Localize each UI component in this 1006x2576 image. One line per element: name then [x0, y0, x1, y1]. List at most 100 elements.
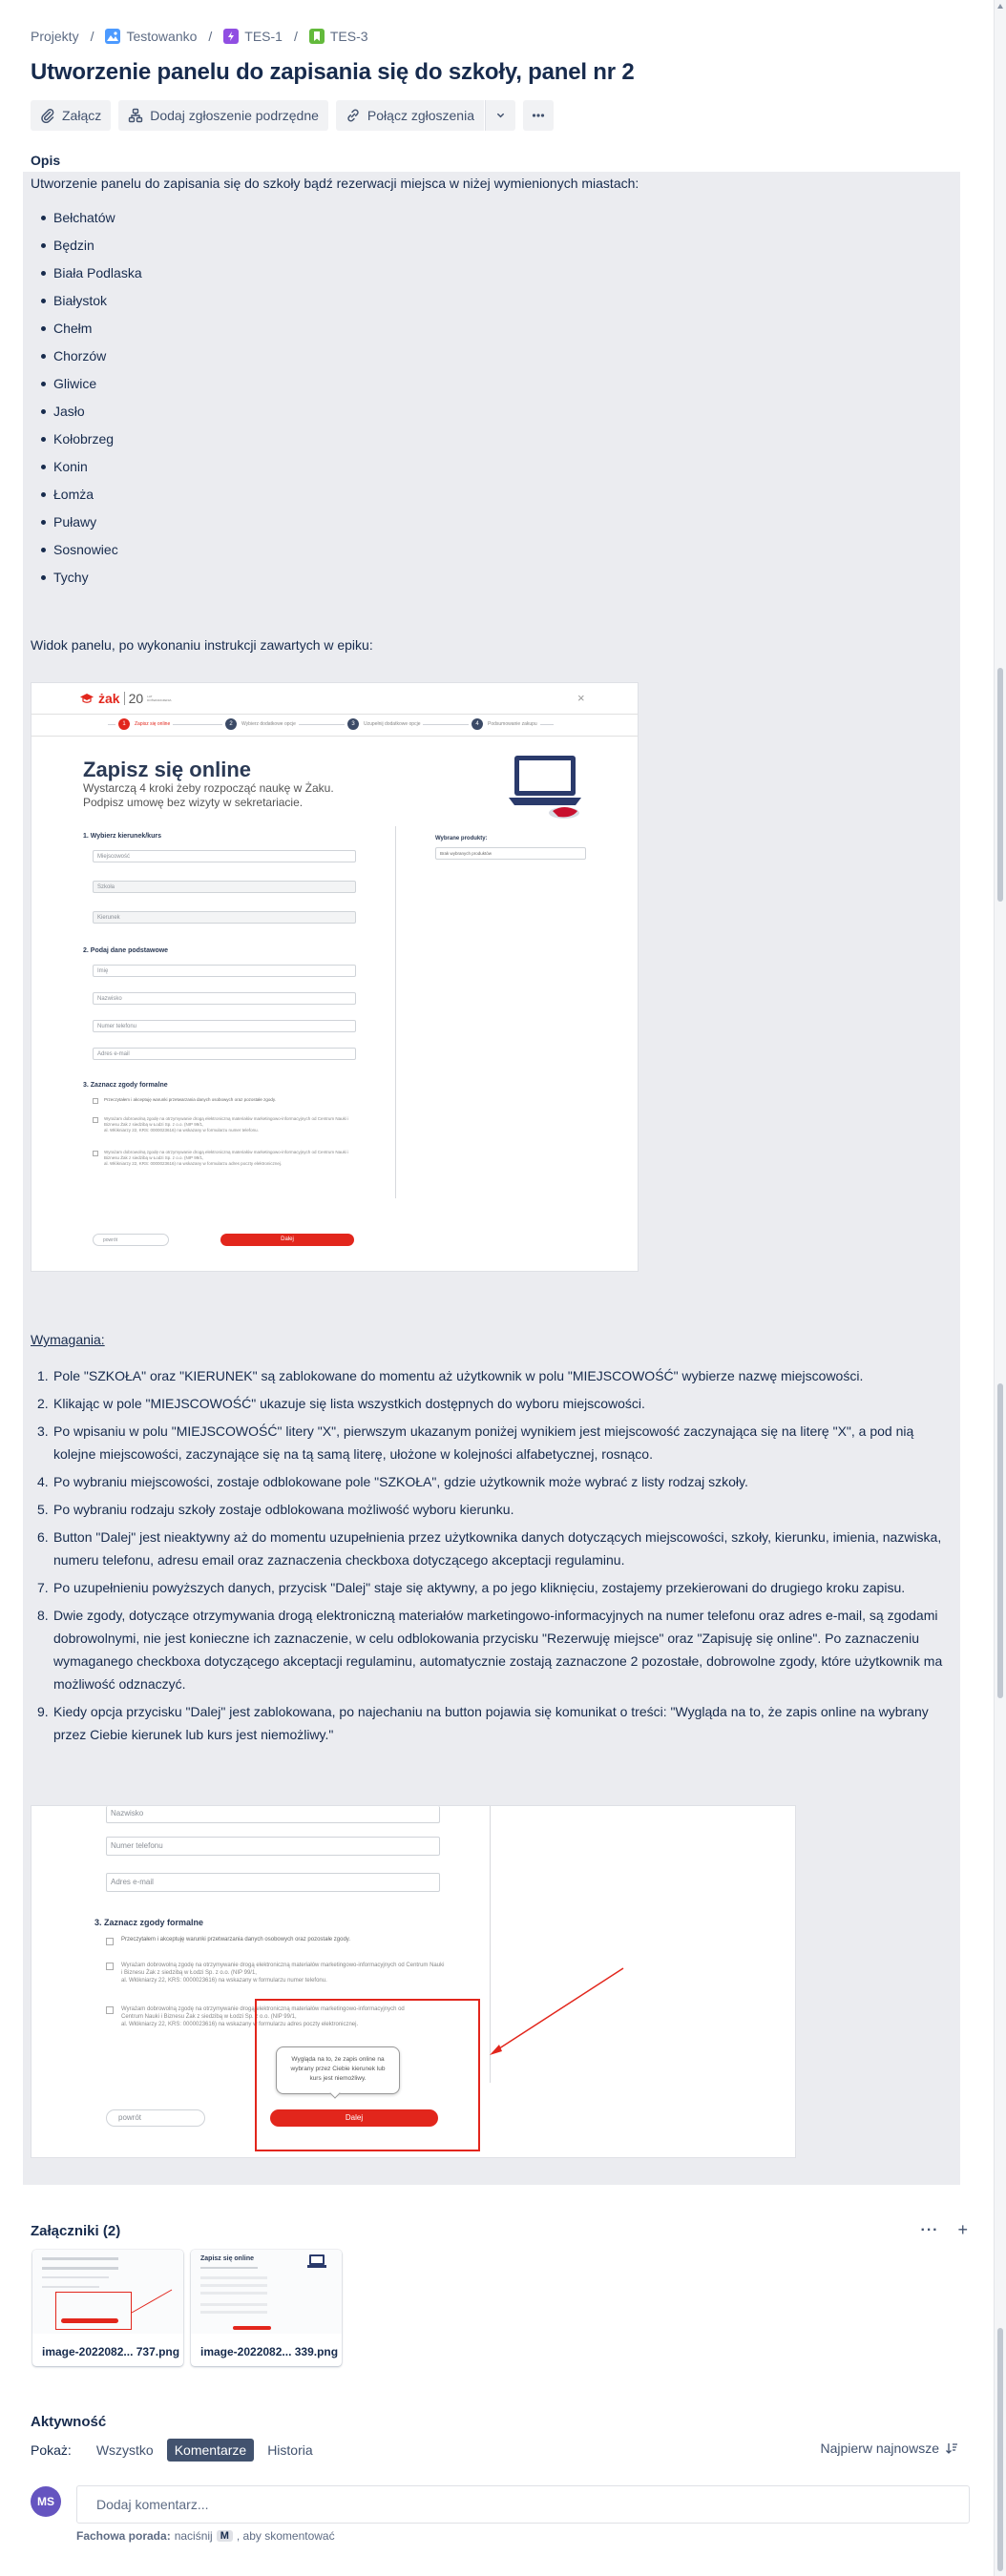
- thumbnail-line: [200, 2267, 258, 2269]
- attachments-actions: ··· +: [921, 2221, 969, 2239]
- filter-comments[interactable]: Komentarze: [166, 2439, 255, 2462]
- list-item: Chełm: [41, 319, 142, 346]
- thumbnail-line: [42, 2267, 118, 2270]
- comment-input[interactable]: [76, 2485, 970, 2524]
- mockup-column-divider: [395, 826, 396, 1198]
- list-item: Bełchatów: [41, 208, 142, 236]
- comment-tip-key: M: [216, 2530, 233, 2542]
- filter-history[interactable]: Historia: [260, 2439, 320, 2462]
- mockup-brand-number: 20: [128, 691, 144, 706]
- mockup-surname-field: Nazwisko: [106, 1806, 440, 1823]
- mockup-section-2-title: 2. Podaj dane podstawowe: [83, 947, 169, 954]
- add-attachment-icon[interactable]: +: [957, 2221, 968, 2239]
- comment-tip-mid: naciśnij: [174, 2529, 213, 2543]
- add-child-issue-label: Dodaj zgłoszenie podrzędne: [150, 108, 319, 123]
- scrollbar-thumb[interactable]: [997, 668, 1003, 902]
- mockup-email-field: Adres e-mail: [93, 1048, 356, 1060]
- mockup-next-label: Dalej: [345, 2113, 364, 2122]
- sort-order-button[interactable]: Najpierw najnowsze: [820, 2441, 958, 2456]
- mockup-back-button: powrót: [106, 2109, 205, 2127]
- more-actions-button[interactable]: [522, 100, 554, 131]
- breadcrumb-epic-tes-1[interactable]: TES-1: [223, 29, 283, 44]
- list-item: Po uzupełnieniu powyższych danych, przyc…: [37, 1576, 906, 1599]
- attachments-more-icon[interactable]: ···: [921, 2222, 939, 2239]
- link-issue-label: Połącz zgłoszenia: [367, 108, 474, 123]
- filter-all[interactable]: Wszystko: [89, 2439, 161, 2462]
- mockup-logo-divider: [123, 692, 125, 705]
- thumbnail-line: [200, 2276, 267, 2279]
- attachments-title: Załączniki (2): [31, 2223, 121, 2239]
- mockup-step-1: 1 Zapisz się online: [115, 718, 174, 730]
- panel-view-label: Widok panelu, po wykonaniu instrukcji za…: [31, 637, 373, 653]
- list-item: Sosnowiec: [41, 540, 142, 568]
- mockup-subheading-2: Podpisz umowę bez wizyty w sekretariacie…: [83, 796, 304, 809]
- mockup-header-divider: [31, 714, 638, 715]
- mockup-step-number: 3: [347, 718, 359, 730]
- sort-order-label: Najpierw najnowsze: [820, 2441, 939, 2456]
- mockup-surname-field: Nazwisko: [93, 992, 356, 1005]
- attach-button[interactable]: Załącz: [31, 100, 112, 131]
- page-scrollbar[interactable]: [994, 0, 1006, 2576]
- activity-title: Aktywność: [31, 2414, 107, 2430]
- requirements-label: Wymagania:: [31, 1332, 105, 1347]
- scrollbar-thumb[interactable]: [997, 1383, 1003, 1698]
- mockup-close-icon: ×: [577, 691, 585, 705]
- list-item: Chorzów: [41, 346, 142, 374]
- thumbnail-line: [42, 2276, 109, 2278]
- mockup-tooltip-text: Wygląda na to, że zapis online na wybran…: [290, 2056, 386, 2082]
- mockup-steps-divider: [31, 736, 638, 737]
- link-issue-button[interactable]: Połącz zgłoszenia: [335, 100, 484, 131]
- mockup-step-label: Podsumowanie zakupu: [488, 721, 537, 727]
- list-item: Puławy: [41, 512, 142, 540]
- mockup-step-label: Zapisz się online: [135, 721, 171, 727]
- cities-list: Bełchatów Będzin Biała Podlaska Białysto…: [41, 208, 142, 595]
- thumbnail-line: [42, 2257, 118, 2260]
- attachment-card[interactable]: image-2022082... 737.png: [32, 2250, 183, 2366]
- graduation-cap-icon: [80, 694, 94, 703]
- thumbnail-highlight: [55, 2292, 132, 2330]
- page-title[interactable]: Utworzenie panelu do zapisania się do sz…: [31, 59, 635, 86]
- chevron-down-icon: [497, 113, 504, 118]
- embedded-image-form-mockup[interactable]: żak 20 LAT DOŚWIADCZENIA × 1 Zapisz się …: [31, 682, 639, 1272]
- mockup-course-select: Kierunek: [93, 911, 356, 924]
- mockup-section-1-title: 1. Wybierz kierunek/kurs: [83, 833, 161, 840]
- mockup-back-label: powrót: [103, 1237, 118, 1243]
- thumbnail-laptop-icon: [307, 2254, 326, 2268]
- breadcrumb-story-tes-3[interactable]: TES-3: [308, 29, 368, 44]
- list-item: Po wybraniu miejscowości, zostaje odblok…: [37, 1470, 748, 1493]
- mockup-consent-3: Wyrażam dobrowolną zgodę na otrzymywanie…: [104, 1150, 349, 1166]
- mockup-step-4: 4 Podsumowanie zakupu: [469, 718, 540, 730]
- attachment-card[interactable]: Zapisz się online image-2022082... 339.p…: [191, 2250, 342, 2366]
- avatar[interactable]: MS: [31, 2486, 61, 2517]
- mockup-consent-1: Przeczytałem i akceptuję warunki przetwa…: [104, 1097, 277, 1102]
- mockup-consent-1: Przeczytałem i akceptuję warunki przetwa…: [121, 1937, 351, 1942]
- list-item: Kiedy opcja przycisku "Dalej" jest zablo…: [37, 1700, 929, 1742]
- mockup-consent-2: Wyrażam dobrowolną zgodę na otrzymywanie…: [104, 1116, 349, 1132]
- more-icon: [532, 114, 545, 117]
- mockup-logo: żak 20 LAT DOŚWIADCZENIA: [79, 691, 172, 706]
- thumbnail-line: [200, 2292, 267, 2295]
- scrollbar-thumb[interactable]: [997, 2328, 1003, 2571]
- breadcrumb-project-testowanko[interactable]: Testowanko: [105, 29, 197, 44]
- thumbnail-heading: Zapisz się online: [200, 2255, 255, 2262]
- sort-icon: [946, 2443, 957, 2454]
- child-issue-icon: [129, 108, 143, 123]
- mockup-school-select: Szkoła: [93, 881, 356, 893]
- embedded-image-tooltip-mockup[interactable]: Nazwisko Numer telefonu Adres e-mail 3. …: [31, 1805, 796, 2158]
- mockup-email-field: Adres e-mail: [106, 1873, 440, 1892]
- paperclip-icon: [41, 109, 54, 123]
- add-child-issue-button[interactable]: Dodaj zgłoszenie podrzędne: [118, 100, 328, 131]
- breadcrumb-projects[interactable]: Projekty: [31, 29, 79, 44]
- scroll-up-arrow-icon[interactable]: [997, 4, 1003, 9]
- mockup-steps: 1 Zapisz się online 2 Wybierz dodatkowe …: [31, 718, 638, 732]
- list-item: Kołobrzeg: [41, 429, 142, 457]
- list-item: Jasło: [41, 402, 142, 429]
- thumbnail-line: [200, 2284, 267, 2287]
- mockup-consent-checkbox: [93, 1151, 98, 1156]
- mockup-consent-checkbox: [106, 1963, 114, 1970]
- attachment-thumbnail: [32, 2250, 183, 2334]
- link-issue-dropdown-button[interactable]: [484, 100, 515, 131]
- mockup-consent-checkbox: [93, 1098, 98, 1104]
- attachment-file-name: image-2022082... 737.png: [42, 2345, 180, 2358]
- activity-show-label: Pokaż:: [31, 2442, 72, 2458]
